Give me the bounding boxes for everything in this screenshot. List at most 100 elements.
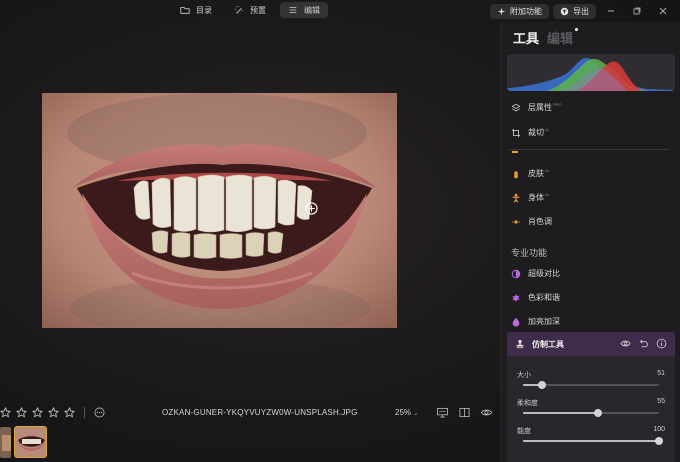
tool-skin-label: 皮肤 (528, 169, 544, 178)
filmstrip-thumbnail-previous[interactable] (0, 427, 11, 458)
addons-label: 附加功能 (510, 6, 542, 16)
softness-slider-label: 柔和度 (517, 400, 538, 407)
portrait-tone-icon (511, 219, 521, 224)
clone-stamp-icon (516, 339, 524, 349)
tool-body[interactable]: 身体AI (511, 192, 549, 203)
size-slider-knob[interactable] (538, 381, 547, 389)
ai-badge: AI (545, 192, 549, 198)
active-tool-label: 仿制工具 (532, 339, 564, 349)
skin-icon (514, 170, 518, 178)
close-button[interactable] (652, 4, 674, 19)
tool-color-harmony[interactable]: 色彩和谐 (511, 292, 560, 303)
tool-super-contrast-label: 超级对比 (528, 269, 560, 278)
collapsed-indicator (512, 151, 518, 153)
tab-edit-label: 编辑 (547, 31, 574, 46)
dodge-burn-icon (512, 317, 520, 327)
panel-tabs: 工具 编辑 (513, 28, 579, 47)
softness-slider-value: 55 (657, 398, 665, 405)
tools-panel: 工具 编辑 层属性PRO 裁切AI 皮肤AI 身体AI 肖色调 专业功能 超级对… (500, 22, 680, 462)
tool-super-contrast[interactable]: 超级对比 (511, 268, 560, 279)
pro-section-title: 专业功能 (511, 248, 548, 258)
tool-dodge-burn-label: 加亮加深 (528, 317, 560, 326)
restore-button[interactable] (626, 4, 648, 19)
wand-icon (234, 5, 243, 14)
active-tool-settings: 大小 51 柔和度 55 能度 100 (507, 356, 675, 462)
size-slider-value: 51 (657, 370, 665, 377)
pro-badge: PRO (553, 102, 562, 108)
softness-slider-knob[interactable] (593, 409, 602, 417)
info-icon[interactable] (656, 338, 667, 349)
nav-catalog-button[interactable]: 目录 (172, 2, 220, 18)
body-icon (512, 193, 520, 202)
nav-edit-button[interactable]: 编辑 (280, 2, 328, 18)
sparkle-icon (497, 7, 506, 15)
active-tool-actions (620, 338, 667, 349)
tool-portrait-tone[interactable]: 肖色调 (511, 216, 552, 227)
softness-slider-track[interactable] (523, 409, 659, 417)
tool-skin[interactable]: 皮肤AI (511, 168, 549, 179)
histogram (507, 54, 675, 91)
photo-canvas[interactable] (42, 93, 397, 328)
star-icon[interactable] (48, 407, 59, 418)
tab-edit[interactable]: 编辑 (547, 28, 579, 47)
undo-icon[interactable] (638, 338, 649, 349)
tab-tools[interactable]: 工具 (513, 28, 539, 47)
smile-photo (42, 93, 397, 328)
opacity-slider-label: 能度 (517, 428, 531, 435)
tool-crop-label: 裁切 (528, 128, 544, 137)
active-tool-header[interactable]: 仿制工具 (507, 332, 675, 356)
rating-stars (0, 407, 75, 418)
tool-layer-properties[interactable]: 层属性PRO (511, 102, 562, 113)
star-icon[interactable] (32, 407, 43, 418)
addons-button[interactable]: 附加功能 (490, 3, 549, 19)
star-icon[interactable] (64, 407, 75, 418)
ai-badge: AI (545, 168, 549, 174)
opacity-slider-knob[interactable] (655, 437, 663, 445)
tool-dodge-burn[interactable]: 加亮加深 (511, 316, 560, 327)
ai-badge: AI (545, 127, 549, 133)
opacity-slider-fill (523, 440, 659, 442)
size-slider-track[interactable] (523, 381, 659, 389)
layers-icon (511, 103, 521, 111)
opacity-slider-track[interactable] (523, 437, 663, 445)
nav-presets-button[interactable]: 预置 (226, 2, 274, 18)
file-name: OZKAN-GUNER-YKQYVUYZW0W-UNSPLASH.JPG (162, 408, 358, 417)
opacity-slider-row: 能度 100 (517, 426, 665, 445)
compare-icon[interactable] (459, 407, 470, 418)
size-slider-row: 大小 51 (517, 370, 665, 389)
chevron-down-icon: ⌄ (413, 411, 419, 417)
more-options-icon[interactable] (94, 407, 105, 418)
star-icon[interactable] (0, 407, 11, 418)
nav-presets-label: 预置 (250, 5, 266, 15)
export-label: 导出 (573, 6, 589, 16)
window-controls-area: 附加功能 导出 (490, 2, 674, 20)
bottom-divider (84, 407, 85, 418)
softness-slider-row: 柔和度 55 (517, 398, 665, 417)
opacity-slider-value: 100 (653, 426, 665, 433)
histogram-graph (507, 57, 675, 91)
tool-layer-properties-label: 层属性 (528, 103, 552, 112)
visibility-eye-icon[interactable] (620, 338, 631, 349)
close-icon (659, 7, 667, 15)
eye-icon[interactable] (480, 407, 493, 418)
sliders-icon (289, 7, 297, 13)
contrast-icon (511, 269, 521, 278)
folder-icon (180, 7, 190, 14)
tool-crop[interactable]: 裁切AI (511, 127, 549, 138)
export-button[interactable]: 导出 (553, 3, 596, 19)
notification-dot (575, 28, 579, 31)
harmony-icon (512, 293, 520, 302)
nav-edit-label: 编辑 (304, 5, 320, 15)
top-navigation: 目录 预置 编辑 (172, 2, 328, 20)
tool-body-label: 身体 (528, 193, 544, 202)
clone-cursor-icon (305, 202, 318, 215)
minimize-icon (608, 10, 614, 12)
zoom-dropdown[interactable]: 25% ⌄ (395, 408, 418, 417)
minimize-button[interactable] (600, 4, 622, 19)
monitor-icon[interactable] (436, 407, 449, 418)
restore-icon (633, 7, 641, 15)
panel-divider (509, 149, 669, 150)
filmstrip-thumbnail-selected[interactable] (14, 426, 47, 458)
star-icon[interactable] (16, 407, 27, 418)
tool-portrait-tone-label: 肖色调 (528, 217, 552, 226)
